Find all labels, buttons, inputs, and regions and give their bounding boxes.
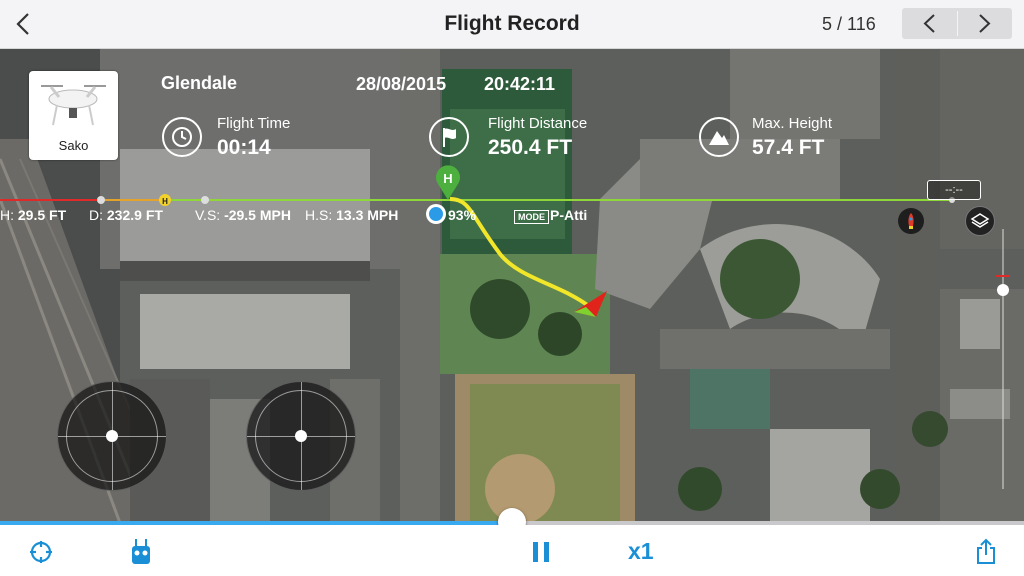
playback-speed-button[interactable]: x1 [628, 538, 654, 565]
flight-mode-value: P-Atti [550, 207, 588, 223]
share-icon[interactable] [974, 537, 998, 565]
telemetry-height: H: 29.5 FT [0, 207, 67, 223]
drone-icon [41, 85, 106, 126]
remote-controller-icon[interactable] [130, 537, 152, 567]
record-pager: 5 / 116 [822, 14, 876, 34]
telemetry-distance: D: 232.9 FT [89, 207, 163, 223]
crosshair-icon[interactable] [28, 539, 54, 565]
record-nav-group [902, 8, 1012, 39]
chevron-right-icon [979, 14, 991, 33]
telemetry-horizontal-speed: H.S: 13.3 MPH [305, 207, 399, 223]
aircraft-position-icon [426, 204, 446, 224]
flag-icon [429, 117, 469, 157]
previous-record-button[interactable] [902, 8, 956, 39]
flight-date: 28/08/2015 [356, 74, 447, 94]
distance-readout: --:-- [927, 180, 981, 200]
next-record-button[interactable] [958, 8, 1012, 39]
flight-time-label: Flight Time [217, 115, 291, 132]
telemetry-battery: 93% [448, 207, 477, 223]
right-stick-indicator [246, 381, 356, 491]
pause-icon[interactable] [531, 540, 551, 564]
flight-time-of-day: 20:42:11 [484, 74, 556, 94]
chevron-left-icon [923, 14, 935, 33]
home-point-marker: H [436, 165, 460, 200]
rocket-icon[interactable] [898, 208, 924, 234]
aircraft-card[interactable]: Sako [29, 71, 118, 160]
clock-icon [162, 117, 202, 157]
flight-location: Glendale [161, 73, 238, 93]
left-stick-indicator [57, 381, 167, 491]
flight-distance-label: Flight Distance [488, 115, 588, 132]
max-height-value: 57.4 FT [752, 136, 825, 159]
flight-distance-value: 250.4 FT [488, 136, 573, 159]
flight-time-value: 00:14 [217, 136, 271, 159]
layers-icon[interactable] [965, 206, 995, 236]
aircraft-name: Sako [58, 138, 89, 153]
mountain-icon [699, 117, 739, 157]
mode-badge: MODE [514, 210, 549, 224]
telemetry-vertical-speed: V.S: -29.5 MPH [195, 207, 291, 223]
satellite-map[interactable]: H Sako Glendale 28/08/2015 20:42:11 Flig… [0, 49, 1024, 523]
home-marker-label: H [443, 171, 452, 186]
svg-text:H: H [162, 197, 168, 206]
max-height-label: Max. Height [752, 115, 833, 132]
top-bar: Flight Record 5 / 116 [0, 0, 1024, 49]
bottom-toolbar: x1 [0, 525, 1024, 576]
